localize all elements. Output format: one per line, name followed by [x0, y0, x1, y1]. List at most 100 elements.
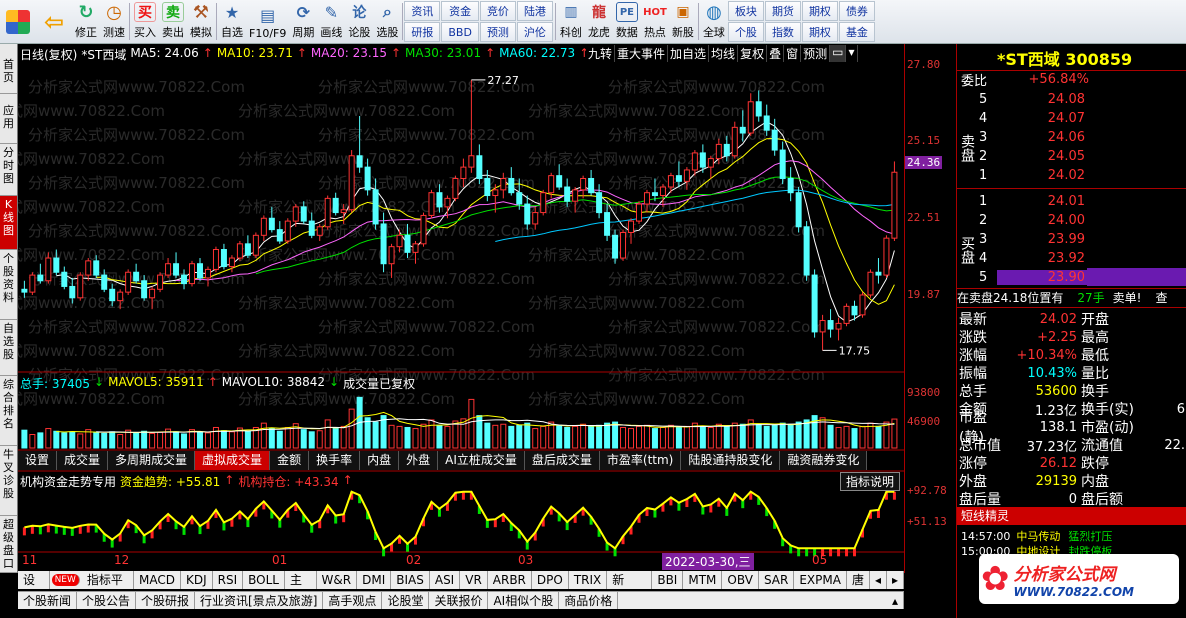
forecast-chart-button[interactable]: 预测	[801, 45, 831, 62]
back-button[interactable]: ⇦	[36, 0, 72, 43]
options-button-2[interactable]: 期权	[801, 22, 838, 42]
nav-watchlist[interactable]: 自选股	[0, 320, 17, 376]
sprite-title[interactable]: 短线精灵	[957, 507, 1186, 525]
indicator-sar[interactable]: SAR	[759, 571, 795, 589]
indicator-boll[interactable]: BOLL	[243, 571, 285, 589]
bbd-button[interactable]: BBD	[441, 22, 479, 42]
info-button[interactable]: 资讯	[404, 1, 441, 21]
subtab-turnover[interactable]: 换手率	[309, 451, 361, 470]
global-button[interactable]: ◍ 全球	[700, 0, 728, 43]
pick-stock-button[interactable]: ⌕ 选股	[373, 0, 401, 43]
news-tab-announcements[interactable]: 个股公告	[77, 592, 137, 609]
bid-price[interactable]: 23.99	[997, 232, 1087, 247]
indicator-dpo[interactable]: DPO	[532, 571, 569, 589]
news-tab-forum[interactable]: 论股堂	[382, 592, 430, 609]
indicator-platform[interactable]: 指标平台	[82, 571, 134, 605]
auction-button[interactable]: 竞价	[479, 1, 516, 21]
major-events-button[interactable]: 重大事件	[615, 45, 669, 62]
indicator-bbi[interactable]: BBI	[652, 571, 684, 589]
ask-price[interactable]: 24.07	[997, 111, 1087, 126]
bid-price[interactable]: 24.01	[997, 194, 1087, 209]
indicator-dmi[interactable]: DMI	[357, 571, 392, 589]
futures-button[interactable]: 期货	[764, 1, 801, 21]
ask-price[interactable]: 24.08	[997, 92, 1087, 107]
nav-apps[interactable]: 应用	[0, 94, 17, 144]
sell-button[interactable]: 卖卖出	[159, 0, 187, 43]
scroll-right-icon[interactable]: ▸	[887, 571, 905, 589]
bond-button[interactable]: 债券	[838, 1, 875, 21]
ask-price[interactable]: 24.05	[997, 149, 1087, 164]
sector-button[interactable]: 板块	[727, 1, 764, 21]
ask-price[interactable]: 24.02	[997, 168, 1087, 183]
fund-button[interactable]: 资金	[441, 1, 479, 21]
simulate-button[interactable]: ⚒ 模拟	[187, 0, 215, 43]
hot-button[interactable]: HOT 热点	[641, 0, 669, 43]
home-button[interactable]	[0, 0, 36, 43]
bid-price[interactable]: 24.00	[997, 213, 1087, 228]
window-button[interactable]: 窗	[784, 45, 802, 62]
news-tab-related[interactable]: 关联报价	[429, 592, 489, 609]
speed-test-button[interactable]: ◷ 测速	[100, 0, 128, 43]
indicator-rsi[interactable]: RSI	[213, 571, 244, 589]
indicator-expma[interactable]: EXPMA	[794, 571, 847, 589]
kechuang-button[interactable]: ▥ 科创	[557, 0, 585, 43]
subtab-settings[interactable]: 设置	[18, 451, 58, 470]
indicator-tang[interactable]: 唐	[847, 571, 870, 589]
indicator-new-dma[interactable]: 新DMA	[607, 571, 653, 605]
subtab-hk-holdings[interactable]: 陆股通持股变化	[681, 451, 781, 470]
news-tab-commodity[interactable]: 商品价格	[559, 592, 619, 609]
indicator-arbr[interactable]: ARBR	[488, 571, 532, 589]
options-button[interactable]: 期权	[801, 1, 838, 21]
subtab-margin[interactable]: 融资融券变化	[780, 451, 868, 470]
period-button[interactable]: ⟳ 周期	[289, 0, 317, 43]
nav-ranking[interactable]: 综合排名	[0, 376, 17, 446]
index-button[interactable]: 指数	[764, 22, 801, 42]
bid-price[interactable]: 23.90	[997, 269, 1087, 285]
kline-chart[interactable]: 分析家公式网www.70822.Com 分析家公式网www.70822.Com 分析…	[18, 44, 904, 573]
longhu-button[interactable]: 龍龙虎	[585, 0, 613, 43]
indicator-vr[interactable]: VR	[460, 571, 488, 589]
dropdown-icon[interactable]: ▾	[846, 45, 858, 62]
draw-button[interactable]: ✎ 画线	[317, 0, 345, 43]
indicator-settings[interactable]: 设置	[18, 571, 50, 605]
discuss-button[interactable]: 论论股	[345, 0, 373, 43]
scroll-left-icon[interactable]: ◂	[870, 571, 887, 589]
indicator-trix[interactable]: TRIX	[569, 571, 608, 589]
subtab-outer[interactable]: 外盘	[399, 451, 439, 470]
collapse-icon[interactable]: ▴	[887, 592, 904, 609]
news-tab-stock-news[interactable]: 个股新闻	[18, 592, 78, 609]
news-tab-industry[interactable]: 行业资讯[景点及旅游]	[195, 592, 324, 609]
indicator-macd[interactable]: MACD	[134, 571, 181, 589]
subtab-virtual-volume[interactable]: 虚拟成交量	[195, 451, 271, 470]
subtab-pe-ttm[interactable]: 市盈率(ttm)	[599, 451, 682, 470]
self-select-button[interactable]: ★ 自选	[218, 0, 246, 43]
ma-button[interactable]: 均线	[709, 45, 739, 62]
indicator-mtm[interactable]: MTM	[683, 571, 723, 589]
shanghai-london-button[interactable]: 沪伦	[516, 22, 553, 42]
indicator-main-force[interactable]: 主力	[285, 571, 317, 605]
news-tab-ai-similar[interactable]: AI相似个股	[488, 592, 560, 609]
nav-kline[interactable]: K线图	[0, 196, 17, 250]
indicator-asi[interactable]: ASI	[430, 571, 461, 589]
subtab-after-hours-volume[interactable]: 盘后成交量	[524, 451, 600, 470]
add-watchlist-button[interactable]: 加自选	[668, 45, 710, 62]
fund-list-button[interactable]: 基金	[838, 22, 875, 42]
news-tab-expert[interactable]: 高手观点	[323, 592, 383, 609]
nav-diagnosis[interactable]: 牛叉诊股	[0, 446, 17, 516]
buy-button[interactable]: 买买入	[131, 0, 159, 43]
period-label[interactable]: 日线(复权)	[20, 46, 77, 63]
forecast-button[interactable]: 预测	[479, 22, 516, 42]
news-tab-research[interactable]: 个股研报	[136, 592, 196, 609]
nine-turn-button[interactable]: 九转	[586, 45, 616, 62]
subtab-amount[interactable]: 金额	[270, 451, 310, 470]
nav-timeshare[interactable]: 分时图	[0, 144, 17, 196]
research-button[interactable]: 研报	[404, 22, 441, 42]
indicator-kdj[interactable]: KDJ	[181, 571, 213, 589]
indicator-obv[interactable]: OBV	[722, 571, 759, 589]
fix-button[interactable]: ↻ 修正	[72, 0, 100, 43]
subtab-multi-period-volume[interactable]: 多周期成交量	[108, 451, 196, 470]
data-button[interactable]: PE 数据	[613, 0, 641, 43]
indicator-bias[interactable]: BIAS	[391, 571, 430, 589]
hk-connect-button[interactable]: 陆港	[516, 1, 553, 21]
order-note-check[interactable]: 查	[1155, 289, 1167, 306]
